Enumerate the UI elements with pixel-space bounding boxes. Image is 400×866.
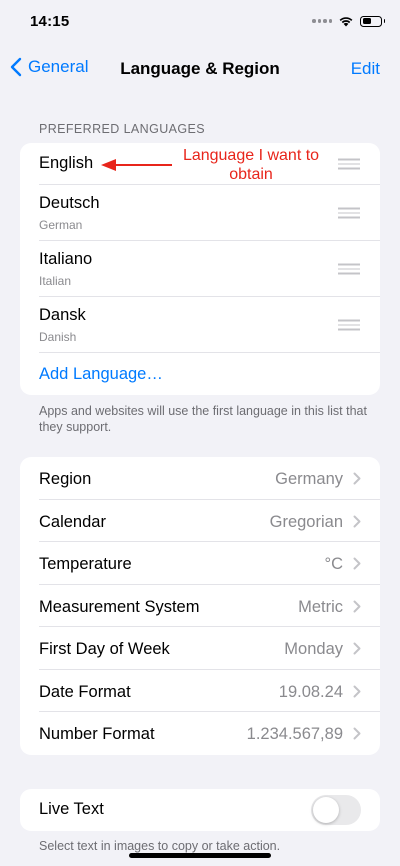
languages-footer: Apps and websites will use the first lan… xyxy=(39,404,367,434)
chevron-right-icon xyxy=(353,642,361,655)
setting-value: 1.234.567,89 xyxy=(246,725,343,743)
language-name: Dansk xyxy=(39,306,86,324)
chevron-right-icon xyxy=(353,515,361,527)
language-row-dansk[interactable]: Dansk Danish xyxy=(20,297,380,353)
language-name: English xyxy=(39,154,94,172)
home-indicator[interactable] xyxy=(129,853,271,858)
toggle-knob xyxy=(313,797,339,823)
language-subtitle: German xyxy=(39,218,83,232)
language-name: Italiano xyxy=(39,250,93,268)
preferred-languages-header: PREFERRED LANGUAGES xyxy=(39,122,205,136)
chevron-right-icon xyxy=(353,685,361,697)
chevron-right-icon xyxy=(353,557,361,570)
status-icons xyxy=(312,15,385,27)
setting-value: Gregorian xyxy=(269,512,343,531)
setting-row-temperature[interactable]: Temperature °C xyxy=(20,542,380,585)
setting-row-calendar[interactable]: Calendar Gregorian xyxy=(20,500,380,543)
live-text-row: Live Text xyxy=(20,789,380,831)
region-settings-list: Region Germany Calendar Gregorian Temper… xyxy=(20,457,380,755)
live-text-footer: Select text in images to copy or take ac… xyxy=(39,839,281,853)
language-name: Deutsch xyxy=(39,194,100,212)
battery-icon xyxy=(360,15,385,27)
reorder-handle-icon[interactable] xyxy=(338,319,360,331)
chevron-right-icon xyxy=(353,727,361,740)
setting-row-first-day-of-week[interactable]: First Day of Week Monday xyxy=(20,627,380,670)
live-text-card: Live Text xyxy=(20,789,380,831)
reorder-handle-icon[interactable] xyxy=(338,263,360,275)
chevron-right-icon xyxy=(353,472,361,485)
add-language-button[interactable]: Add Language… xyxy=(39,365,163,384)
annotation-arrow-icon xyxy=(101,159,172,171)
annotation-text: Language I want to obtain xyxy=(182,147,320,183)
chevron-right-icon xyxy=(353,600,361,612)
setting-label: First Day of Week xyxy=(39,640,170,658)
add-language-row[interactable]: Add Language… xyxy=(20,353,380,395)
navigation-bar: General Language & Region Edit xyxy=(0,46,400,90)
reorder-handle-icon[interactable] xyxy=(338,158,360,170)
language-subtitle: Danish xyxy=(39,330,77,344)
setting-label: Date Format xyxy=(39,682,131,701)
language-row-deutsch[interactable]: Deutsch German xyxy=(20,185,380,241)
status-time: 14:15 xyxy=(30,13,70,30)
edit-button[interactable]: Edit xyxy=(351,59,380,79)
setting-value: °C xyxy=(324,555,343,573)
setting-label: Measurement System xyxy=(39,597,200,616)
setting-label: Region xyxy=(39,470,92,488)
setting-row-measurement-system[interactable]: Measurement System Metric xyxy=(20,585,380,628)
setting-value: Germany xyxy=(275,470,343,488)
live-text-label: Live Text xyxy=(39,800,104,818)
live-text-toggle[interactable] xyxy=(311,795,361,825)
signal-icon xyxy=(312,19,332,23)
wifi-icon xyxy=(339,17,353,27)
setting-row-number-format[interactable]: Number Format 1.234.567,89 xyxy=(20,712,380,755)
status-bar: 14:15 xyxy=(0,0,400,46)
setting-row-date-format[interactable]: Date Format 19.08.24 xyxy=(20,670,380,713)
language-row-italiano[interactable]: Italiano Italian xyxy=(20,241,380,297)
setting-value: Metric xyxy=(298,597,343,616)
setting-value: 19.08.24 xyxy=(278,682,343,701)
setting-row-region[interactable]: Region Germany xyxy=(20,457,380,500)
page-title: Language & Region xyxy=(120,59,280,78)
setting-value: Monday xyxy=(284,640,343,658)
setting-label: Temperature xyxy=(39,555,132,573)
setting-label: Calendar xyxy=(39,512,106,531)
setting-label: Number Format xyxy=(39,725,155,743)
language-subtitle: Italian xyxy=(39,274,72,288)
reorder-handle-icon[interactable] xyxy=(338,207,360,219)
